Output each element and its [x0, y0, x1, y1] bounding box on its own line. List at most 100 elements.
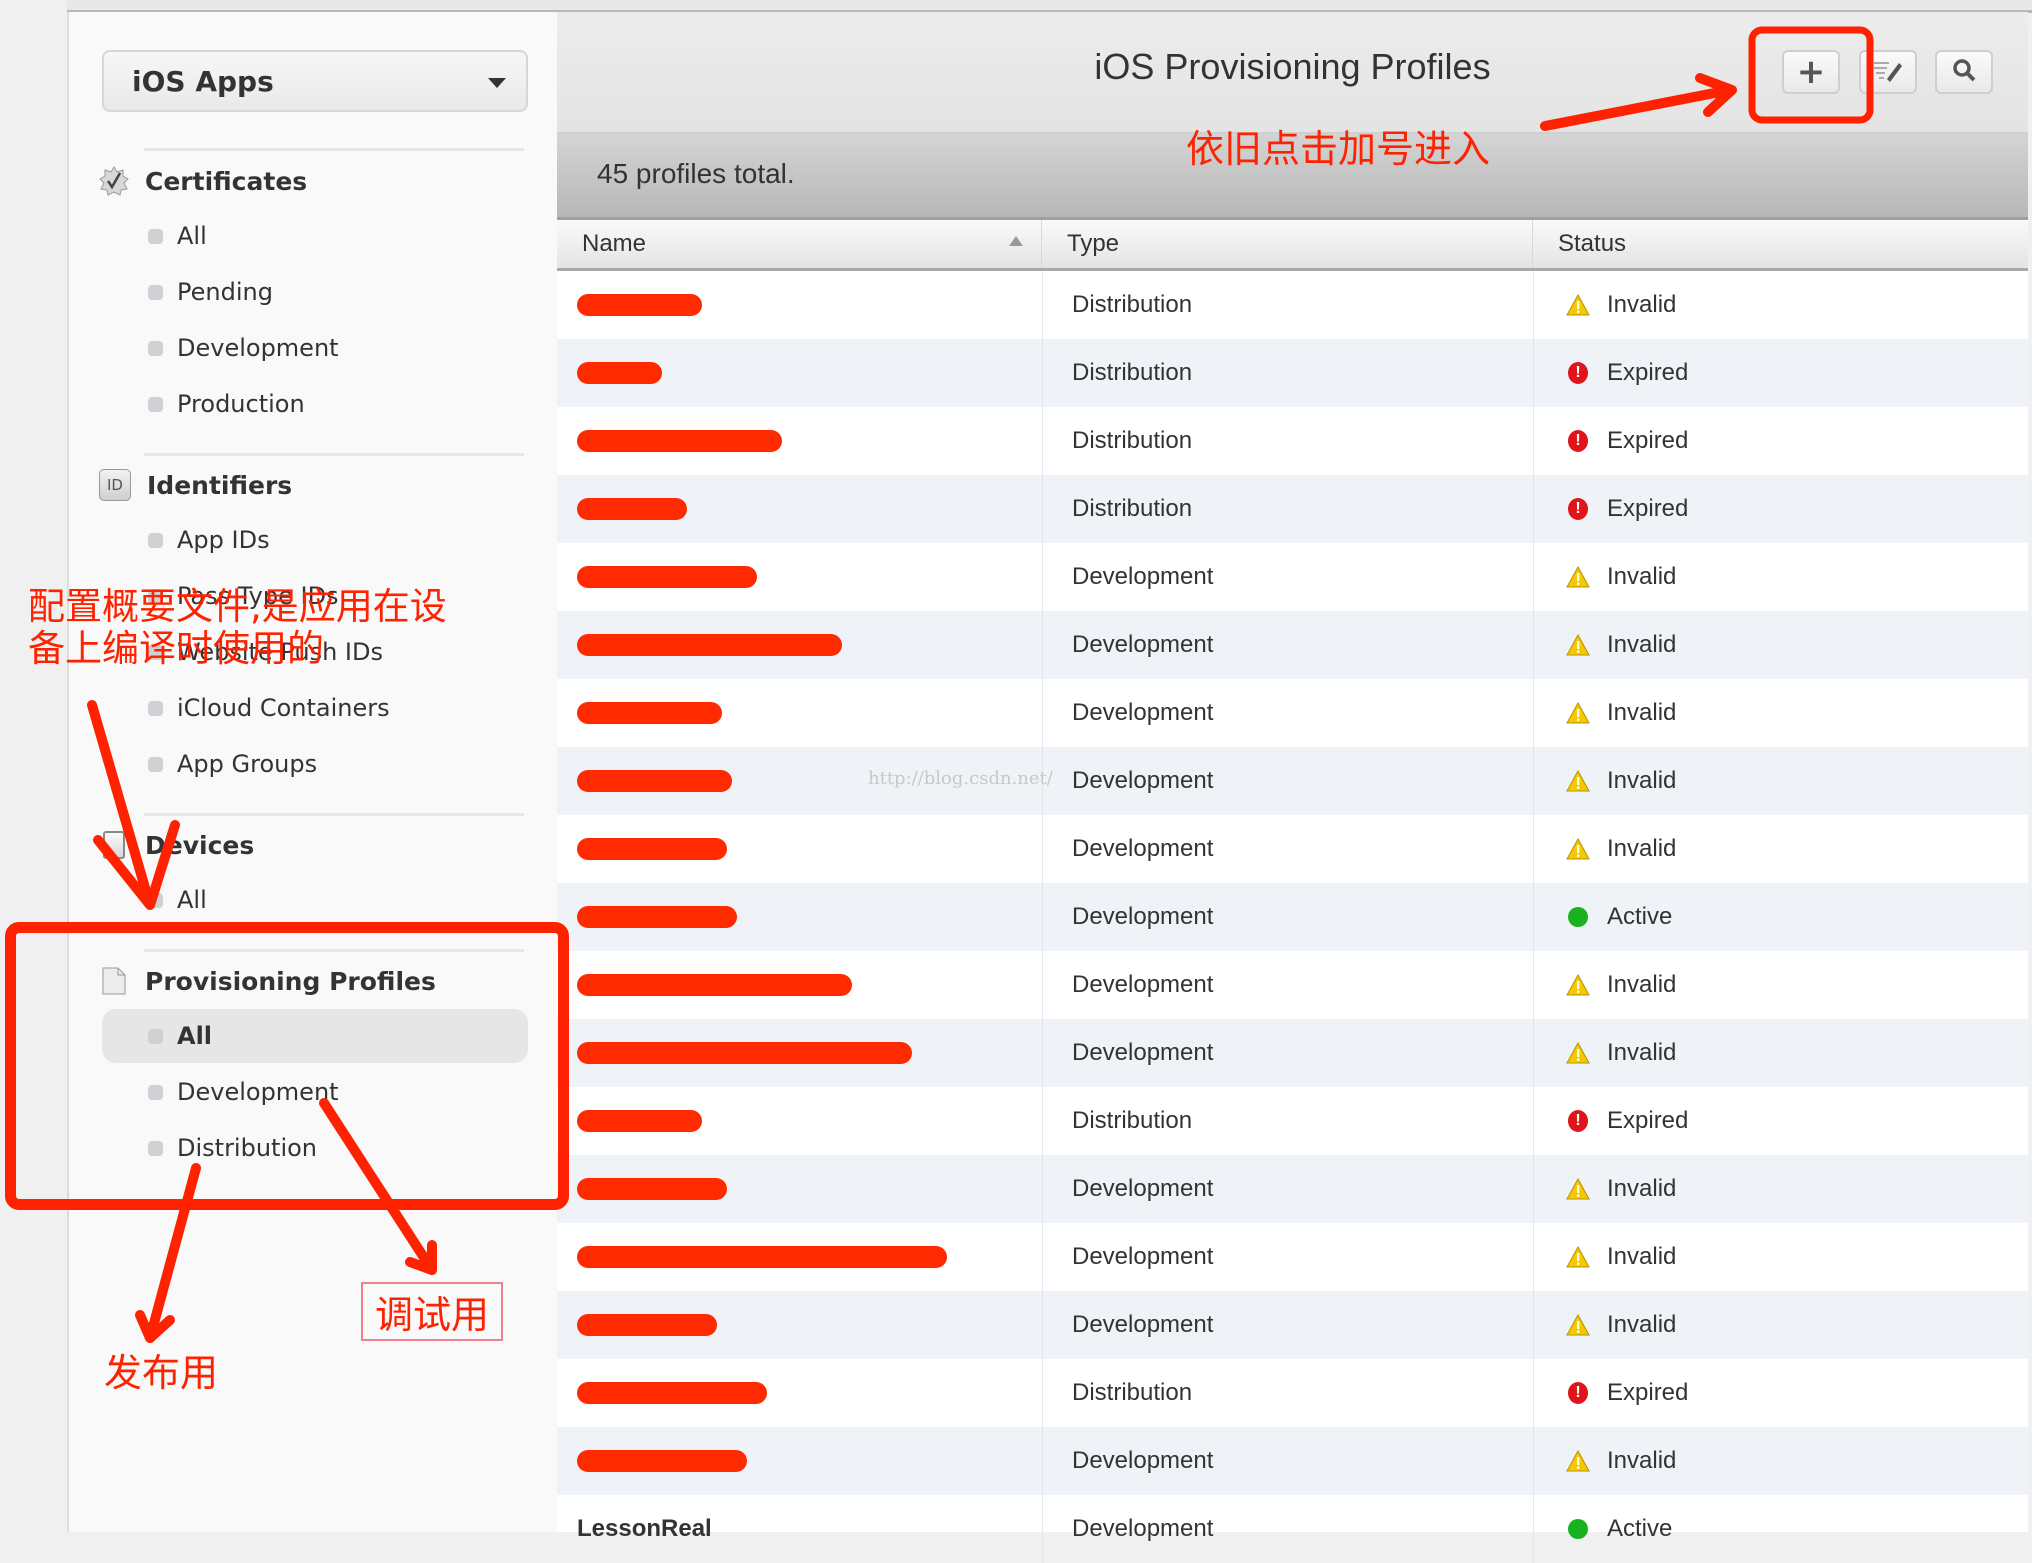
table-row[interactable]: Distribution Invalid — [557, 271, 2028, 339]
sidebar-item-certificates-pending[interactable]: Pending — [102, 265, 528, 319]
table-row[interactable]: Development Invalid — [557, 1223, 2028, 1291]
sidebar-item-certificates-all[interactable]: All — [102, 209, 528, 263]
bullet-icon — [148, 396, 163, 412]
profile-type: Development — [1072, 971, 1214, 998]
profile-type: Development — [1072, 1243, 1214, 1270]
table-row[interactable]: Distribution! Expired — [557, 1359, 2028, 1427]
status-label: Expired — [1607, 1379, 1689, 1406]
watermark-text: http://blog.csdn.net/ — [868, 768, 1053, 789]
column-divider — [1042, 339, 1043, 407]
profile-type: Development — [1072, 835, 1214, 862]
redaction-mark — [577, 294, 702, 316]
nav-label: All — [177, 886, 207, 914]
chevron-down-icon — [488, 78, 506, 88]
table-row[interactable]: Development Invalid — [557, 1155, 2028, 1223]
table-row[interactable]: Development Invalid — [557, 1291, 2028, 1359]
sidebar-item-devices-all[interactable]: All — [102, 873, 528, 927]
id-badge-icon: ID — [99, 469, 131, 501]
profile-name[interactable] — [577, 1359, 1027, 1427]
redaction-mark — [577, 362, 662, 384]
redaction-mark — [577, 430, 782, 452]
edit-button[interactable] — [1859, 50, 1917, 94]
profile-status: Invalid — [1565, 815, 2005, 883]
platform-selector[interactable]: iOS Apps — [102, 50, 528, 112]
profile-status: Invalid — [1565, 951, 2005, 1019]
search-button[interactable] — [1935, 50, 1993, 94]
active-status-icon — [1565, 905, 1591, 929]
redaction-mark — [577, 1382, 767, 1404]
divider — [144, 813, 524, 816]
profile-name[interactable] — [577, 1087, 1027, 1155]
status-label: Invalid — [1607, 1175, 1677, 1202]
profile-name[interactable]: LessonReal — [577, 1495, 1027, 1563]
column-header-status[interactable]: Status — [1533, 220, 2028, 268]
column-header-name[interactable]: Name — [557, 220, 1042, 268]
profile-name[interactable] — [577, 679, 1027, 747]
profiles-hint-annotation: 配置概要文件,是应用在设 备上编译时使用的 — [28, 586, 447, 670]
sidebar-item-certificates-production[interactable]: Production — [102, 377, 528, 431]
column-header-type[interactable]: Type — [1042, 220, 1533, 268]
profile-name[interactable] — [577, 1223, 1027, 1291]
profile-name[interactable] — [577, 339, 1027, 407]
table-row[interactable]: Distribution! Expired — [557, 339, 2028, 407]
redaction-mark — [577, 1314, 717, 1336]
sidebar-item-app-groups[interactable]: App Groups — [102, 737, 528, 791]
section-title: Devices — [145, 830, 255, 860]
distribution-hint-annotation: 发布用 — [104, 1351, 219, 1395]
error-icon: ! — [1565, 361, 1591, 385]
redaction-mark — [577, 770, 732, 792]
table-row[interactable]: Distribution! Expired — [557, 1087, 2028, 1155]
bullet-icon — [148, 228, 163, 244]
device-icon — [99, 830, 129, 860]
error-icon: ! — [1565, 1109, 1591, 1133]
status-label: Invalid — [1607, 1243, 1677, 1270]
status-label: Invalid — [1607, 835, 1677, 862]
profile-type: Development — [1072, 699, 1214, 726]
sidebar-item-icloud-containers[interactable]: iCloud Containers — [102, 681, 528, 735]
profile-name[interactable] — [577, 475, 1027, 543]
table-row[interactable]: Development Invalid — [557, 951, 2028, 1019]
profile-name[interactable] — [577, 1427, 1027, 1495]
profile-name[interactable] — [577, 1019, 1027, 1087]
edit-list-icon — [1871, 57, 1905, 87]
profiles-count: 45 profiles total. — [597, 158, 795, 189]
table-row[interactable]: Development Invalid — [557, 815, 2028, 883]
status-label: Invalid — [1607, 699, 1677, 726]
warning-icon — [1565, 1041, 1591, 1065]
table-row[interactable]: Development Invalid — [557, 1427, 2028, 1495]
redaction-mark — [577, 906, 737, 928]
table-row[interactable]: Distribution! Expired — [557, 475, 2028, 543]
profile-name[interactable] — [577, 815, 1027, 883]
divider — [144, 453, 524, 456]
sidebar-item-app-ids[interactable]: App IDs — [102, 513, 528, 567]
profile-name[interactable] — [577, 1291, 1027, 1359]
add-button[interactable]: + — [1782, 50, 1840, 94]
redaction-mark — [577, 1178, 727, 1200]
column-divider — [1042, 1495, 1043, 1563]
status-label: Active — [1607, 1515, 1673, 1542]
table-row[interactable]: Development Active — [557, 883, 2028, 951]
profile-name[interactable] — [577, 543, 1027, 611]
error-icon: ! — [1565, 1381, 1591, 1405]
table-row[interactable]: Distribution! Expired — [557, 407, 2028, 475]
profile-name[interactable] — [577, 271, 1027, 339]
table-row[interactable]: Development Invalid — [557, 543, 2028, 611]
table-row[interactable]: Development Invalid — [557, 679, 2028, 747]
table-row[interactable]: Development Invalid — [557, 1019, 2028, 1087]
status-label: Invalid — [1607, 631, 1677, 658]
profile-name[interactable] — [577, 611, 1027, 679]
column-label: Type — [1067, 230, 1120, 257]
profile-status: Active — [1565, 883, 2005, 951]
profile-name[interactable] — [577, 1155, 1027, 1223]
table-row[interactable]: Development Invalid — [557, 611, 2028, 679]
table-row[interactable]: Development Invalid — [557, 747, 2028, 815]
table-row[interactable]: LessonReal Development Active — [557, 1495, 2028, 1563]
bullet-icon — [148, 340, 163, 356]
profile-status: Active — [1565, 1495, 2005, 1563]
profile-name[interactable] — [577, 407, 1027, 475]
profile-name[interactable] — [577, 883, 1027, 951]
profile-name[interactable] — [577, 951, 1027, 1019]
column-divider — [1042, 1291, 1043, 1359]
warning-icon — [1565, 973, 1591, 997]
sidebar-item-certificates-development[interactable]: Development — [102, 321, 528, 375]
